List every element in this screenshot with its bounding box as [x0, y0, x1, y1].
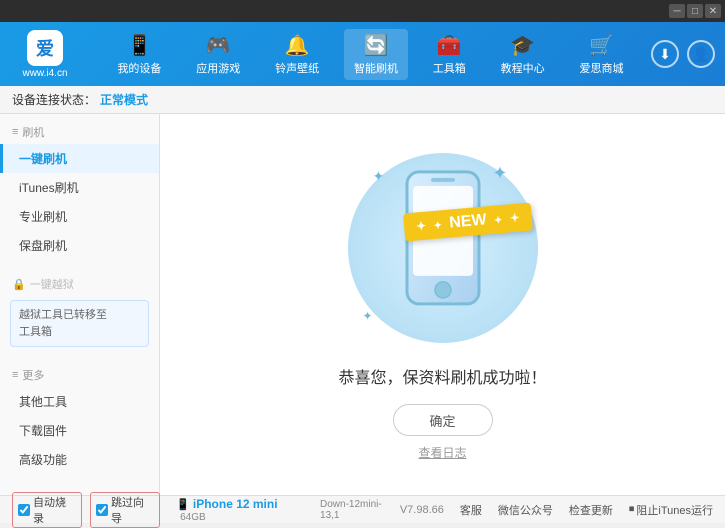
sidebar: ≡ 刷机 一键刷机 iTunes刷机 专业刷机 保盘刷机 🔒 一键越狱: [0, 114, 160, 495]
stop-itunes-button[interactable]: ⏹ 阻止iTunes运行: [629, 502, 713, 518]
nav-tutorials[interactable]: 🎓 教程中心: [491, 29, 555, 80]
nav-smart-flash-label: 智能刷机: [354, 60, 398, 76]
apps-games-icon: 🎮: [206, 33, 231, 58]
nav-mall[interactable]: 🛒 爱思商城: [569, 29, 633, 80]
device-storage: 64GB: [180, 512, 206, 523]
tutorials-icon: 🎓: [510, 33, 535, 58]
device-info: 📱 iPhone 12 mini 64GB: [176, 497, 308, 523]
sidebar-item-other-tools[interactable]: 其他工具: [0, 387, 159, 416]
phone-small-icon: 📱: [176, 499, 190, 511]
sidebar-jailbreak-title: 🔒 一键越狱: [0, 272, 159, 296]
bottom-left: 自动烧录 跳过向导 📱 iPhone 12 mini 64GB Down-12m…: [12, 492, 400, 528]
logo-char: 爱: [36, 35, 54, 61]
auto-flash-checkbox[interactable]: [18, 504, 30, 516]
illustration: ✦ ✦ ✦: [343, 148, 543, 348]
sidebar-item-itunes-flash[interactable]: iTunes刷机: [0, 173, 159, 202]
smart-flash-icon: 🔄: [364, 33, 389, 58]
sidebar-section-flash: ≡ 刷机 一键刷机 iTunes刷机 专业刷机 保盘刷机: [0, 114, 159, 266]
nav-ringtones[interactable]: 🔔 铃声壁纸: [265, 29, 329, 80]
sidebar-item-save-flash[interactable]: 保盘刷机: [0, 231, 159, 260]
sidebar-section-jailbreak: 🔒 一键越狱 越狱工具已转移至 工具箱: [0, 266, 159, 357]
nav-items: 📱 我的设备 🎮 应用游戏 🔔 铃声壁纸 🔄 智能刷机 🧰 工具箱 🎓 教程中心…: [100, 29, 641, 80]
sidebar-item-download-firmware[interactable]: 下载固件: [0, 416, 159, 445]
nav-ringtones-label: 铃声壁纸: [275, 60, 319, 76]
nav-smart-flash[interactable]: 🔄 智能刷机: [344, 29, 408, 80]
logo-area: 爱 www.i4.cn: [10, 30, 80, 79]
stop-icon: ⏹: [629, 503, 635, 516]
device-name: iPhone 12 mini: [193, 497, 278, 511]
content-area: ✦ ✦ ✦: [160, 114, 725, 495]
my-device-icon: 📱: [127, 33, 152, 58]
more-section-icon: ≡: [12, 369, 18, 381]
main-layout: ≡ 刷机 一键刷机 iTunes刷机 专业刷机 保盘刷机 🔒 一键越狱: [0, 114, 725, 495]
customer-service-link[interactable]: 客服: [460, 502, 482, 518]
sparkle-1: ✦: [373, 168, 385, 185]
sparkle-2: ✦: [492, 163, 507, 184]
flash-section-icon: ≡: [12, 126, 18, 138]
nav-toolbox-label: 工具箱: [433, 60, 466, 76]
skip-wizard-label: 跳过向导: [111, 494, 154, 526]
toolbox-icon: 🧰: [437, 33, 462, 58]
minimize-button[interactable]: ─: [669, 4, 685, 18]
auto-flash-checkbox-label[interactable]: 自动烧录: [12, 492, 82, 528]
header: 爱 www.i4.cn 📱 我的设备 🎮 应用游戏 🔔 铃声壁纸 🔄 智能刷机 …: [0, 22, 725, 86]
new-badge-stars-left: ✦: [434, 220, 443, 232]
status-bar: 设备连接状态： 正常模式: [0, 86, 725, 114]
nav-toolbox[interactable]: 🧰 工具箱: [423, 29, 476, 80]
status-label: 设备连接状态：: [12, 91, 96, 108]
sidebar-item-one-click-flash[interactable]: 一键刷机: [0, 144, 159, 173]
auto-flash-label: 自动烧录: [33, 494, 76, 526]
status-value: 正常模式: [100, 91, 148, 108]
sidebar-item-advanced[interactable]: 高级功能: [0, 445, 159, 474]
nav-my-device-label: 我的设备: [117, 60, 161, 76]
skip-wizard-checkbox-label[interactable]: 跳过向导: [90, 492, 160, 528]
confirm-button[interactable]: 确定: [393, 404, 493, 436]
logo-icon: 爱: [27, 30, 63, 66]
logo-text: www.i4.cn: [22, 68, 67, 79]
title-bar: ─ □ ✕: [0, 0, 725, 22]
check-update-link[interactable]: 检查更新: [569, 502, 613, 518]
sparkle-3: ✦: [363, 309, 373, 323]
nav-tutorials-label: 教程中心: [501, 60, 545, 76]
nav-apps-games[interactable]: 🎮 应用游戏: [186, 29, 250, 80]
nav-mall-label: 爱思商城: [579, 60, 623, 76]
close-button[interactable]: ✕: [705, 4, 721, 18]
ringtones-icon: 🔔: [285, 33, 310, 58]
version-text: V7.98.66: [400, 504, 444, 516]
header-right: ⬇ 👤: [651, 40, 715, 68]
secondary-link[interactable]: 查看日志: [418, 444, 466, 461]
bottom-bar: 自动烧录 跳过向导 📱 iPhone 12 mini 64GB Down-12m…: [0, 495, 725, 523]
sidebar-section-more-title: ≡ 更多: [0, 363, 159, 387]
mall-icon: 🛒: [589, 33, 614, 58]
user-button[interactable]: 👤: [687, 40, 715, 68]
nav-apps-games-label: 应用游戏: [196, 60, 240, 76]
sidebar-item-pro-flash[interactable]: 专业刷机: [0, 202, 159, 231]
restore-button[interactable]: □: [687, 4, 703, 18]
download-button[interactable]: ⬇: [651, 40, 679, 68]
new-badge-text: NEW: [449, 211, 488, 231]
skip-wizard-checkbox[interactable]: [96, 504, 108, 516]
sidebar-section-flash-title: ≡ 刷机: [0, 120, 159, 144]
lock-icon: 🔒: [12, 278, 26, 291]
wechat-link[interactable]: 微信公众号: [498, 502, 553, 518]
nav-my-device[interactable]: 📱 我的设备: [107, 29, 171, 80]
jailbreak-notice: 越狱工具已转移至 工具箱: [10, 300, 149, 347]
device-version: Down-12mini-13,1: [320, 499, 400, 521]
sidebar-section-more: ≡ 更多 其他工具 下载固件 高级功能: [0, 357, 159, 480]
success-text: 恭喜您，保资料刷机成功啦！: [338, 364, 546, 388]
bottom-right: V7.98.66 客服 微信公众号 检查更新 ⏹ 阻止iTunes运行: [400, 502, 713, 518]
new-badge-stars-right: ✦: [494, 215, 503, 227]
